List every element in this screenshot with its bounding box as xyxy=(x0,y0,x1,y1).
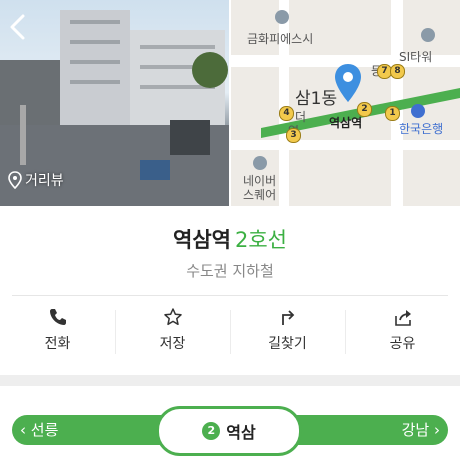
save-label: 저장 xyxy=(159,336,186,352)
exit-marker: 2 xyxy=(357,102,372,117)
map-label-district: 삼1동 xyxy=(295,89,338,109)
current-station: 2 역삼 xyxy=(156,406,302,456)
share-button[interactable]: 공유 xyxy=(345,300,460,360)
share-label: 공유 xyxy=(389,336,416,352)
station-name: 역삼역 xyxy=(173,228,231,252)
phone-icon xyxy=(49,309,66,325)
exit-marker: 3 xyxy=(286,128,301,143)
chevron-left-icon xyxy=(10,14,25,40)
building-poi-icon xyxy=(421,28,435,42)
chevron-right-icon: › xyxy=(434,421,440,439)
map-label-si-tower: SI타워 xyxy=(399,50,433,64)
header-imagery: 거리뷰 금화피에스시 SI타워 송 등 삼1동 더 역 역삼역 한국은행 네이버… xyxy=(0,0,460,206)
prev-station-button[interactable]: ‹ 선릉 xyxy=(20,415,58,445)
station-category: 수도권 지하철 xyxy=(186,262,274,280)
directions-icon xyxy=(281,310,294,325)
roadview-button[interactable]: 거리뷰 xyxy=(8,170,64,190)
chevron-left-icon: ‹ xyxy=(20,421,26,439)
line-name: 2호선 xyxy=(234,228,287,252)
current-station-label: 역삼 xyxy=(226,423,256,442)
directions-button[interactable]: 길찾기 xyxy=(230,300,345,360)
station-title: 역삼역 2호선 xyxy=(0,224,460,254)
map-pin-icon xyxy=(335,64,361,102)
directions-label: 길찾기 xyxy=(268,336,307,352)
call-button[interactable]: 전화 xyxy=(0,300,115,360)
next-station-label: 강남 xyxy=(401,421,430,439)
share-icon xyxy=(394,310,411,326)
map-label-building: 금화피에스시 xyxy=(247,32,314,46)
next-station-button[interactable]: 강남 › xyxy=(402,415,440,445)
exit-marker: 1 xyxy=(385,106,400,121)
exit-marker: 4 xyxy=(279,106,294,121)
save-button[interactable]: 저장 xyxy=(115,300,230,360)
map-label-square: 스퀘어 xyxy=(243,188,277,202)
location-pin-icon xyxy=(8,171,22,189)
back-button[interactable] xyxy=(6,12,30,42)
building-poi-icon xyxy=(275,10,289,24)
prev-station-label: 선릉 xyxy=(30,421,59,439)
line-number-badge: 2 xyxy=(202,422,221,440)
building-poi-icon xyxy=(253,156,267,170)
call-label: 전화 xyxy=(44,336,71,352)
map-label-bank: 한국은행 xyxy=(399,122,444,136)
divider xyxy=(12,295,448,296)
roadview-label: 거리뷰 xyxy=(25,173,64,189)
section-separator xyxy=(0,375,460,386)
bank-poi-icon xyxy=(411,104,425,118)
station-info: 역삼역 2호선 수도권 지하철 xyxy=(0,206,460,281)
action-bar: 전화 저장 길찾기 공유 xyxy=(0,300,460,360)
map-label-station: 역삼역 xyxy=(329,116,363,130)
exit-marker: 8 xyxy=(390,64,405,79)
star-icon xyxy=(163,308,182,326)
location-map[interactable]: 금화피에스시 SI타워 송 등 삼1동 더 역 역삼역 한국은행 네이버 스퀘어… xyxy=(231,0,460,206)
